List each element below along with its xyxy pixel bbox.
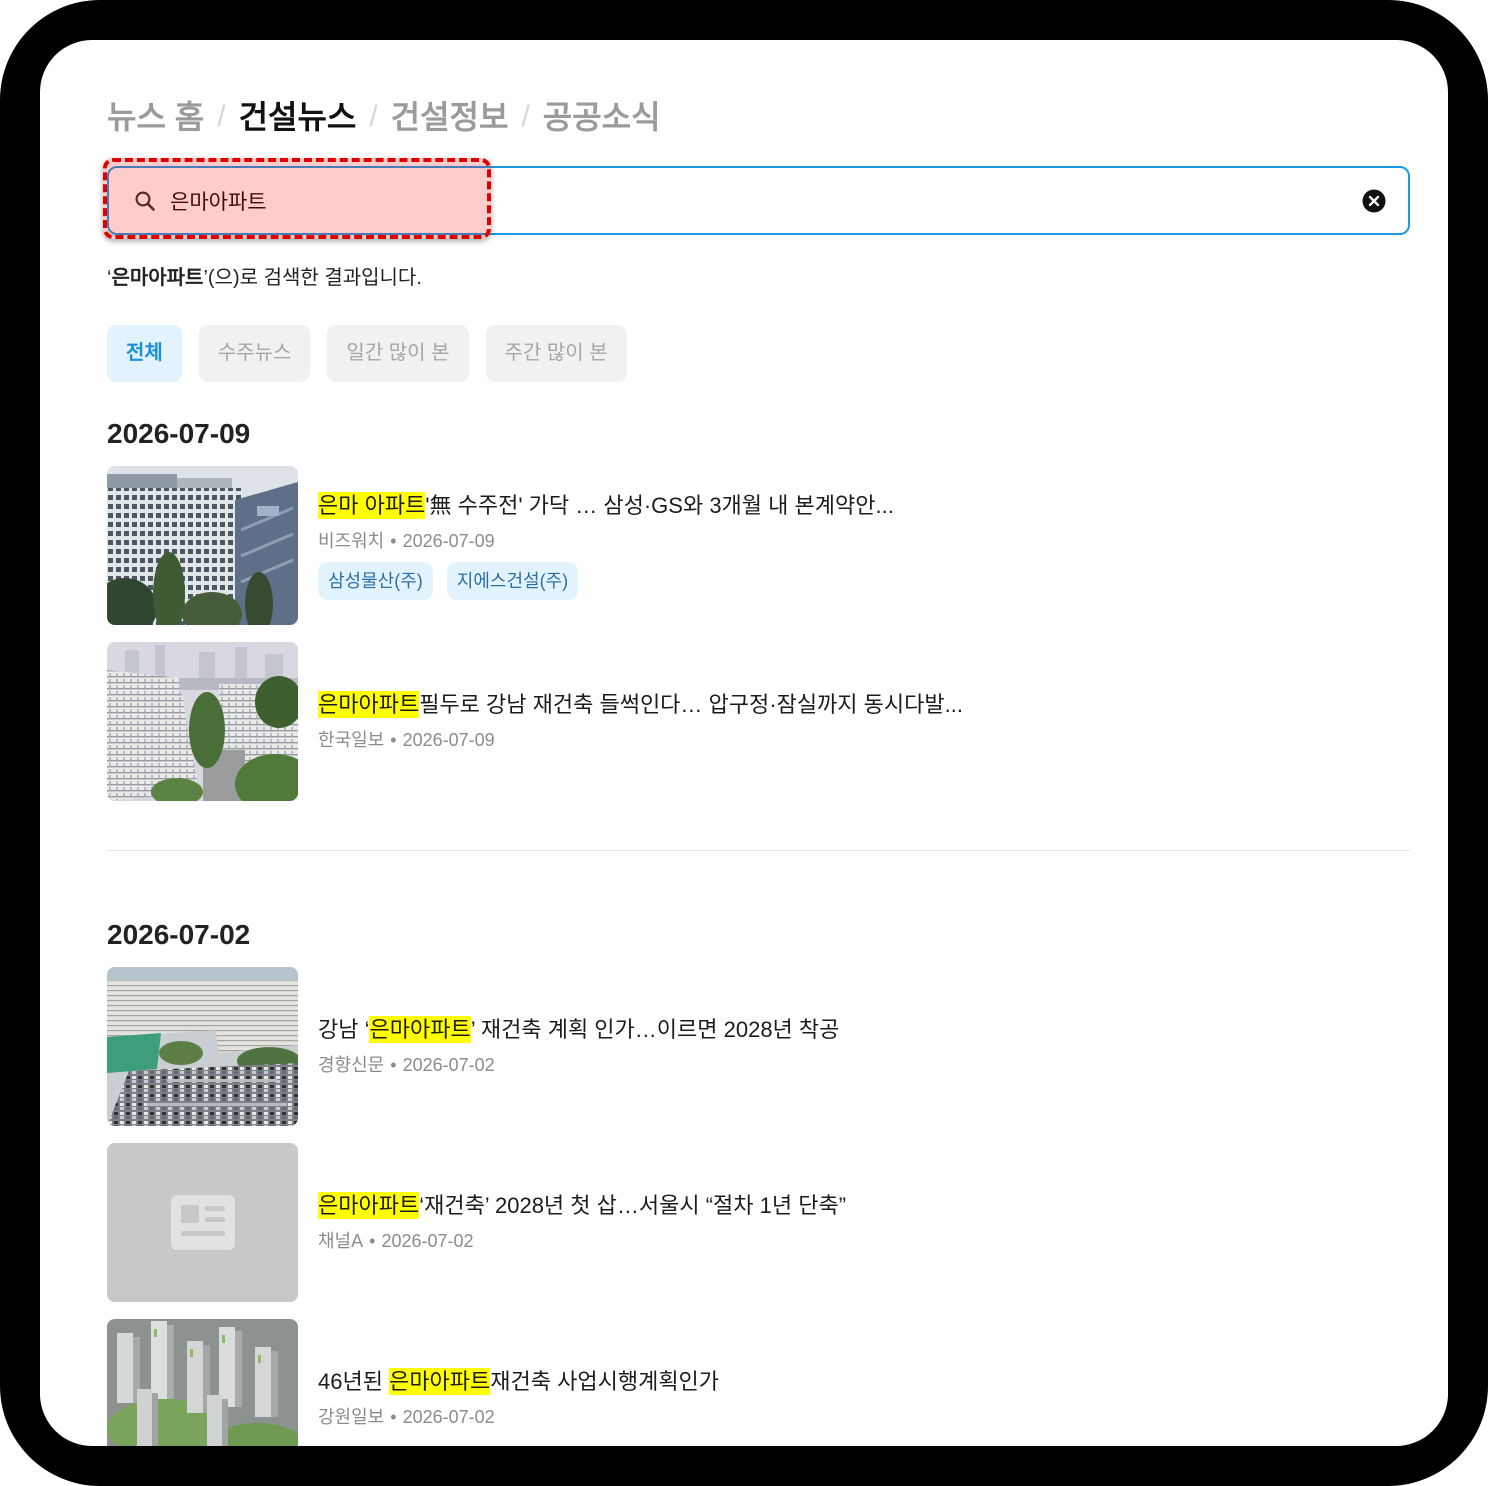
clear-icon[interactable] [1362,189,1386,213]
main-content: 뉴스 홈 / 건설뉴스 / 건설정보 / 공공소식 ‘은마아파트’(으)로 검색… [107,97,1410,1446]
article-body: 46년된 은마아파트재건축 사업시행계획인가 강원일보 • 2026-07-02 [298,1367,719,1431]
result-summary-text: ’(으)로 검색한 결과입니다. [203,267,422,289]
article-body: 강남 ‘은마아파트’ 재건축 계획 인가…이르면 2028년 착공 경향신문 • 2… [298,1015,839,1079]
article-thumbnail[interactable] [107,967,298,1126]
filter-all[interactable]: 전체 [107,325,182,382]
filter-daily-popular[interactable]: 일간 많이 본 [327,325,469,382]
article-source: 강원일보 [318,1406,385,1427]
title-suffix: ’ 재건축 계획 인가…이르면 2028년 착공 [470,1016,840,1042]
article-body: 은마아파트필두로 강남 재건축 들썩인다… 압구정·잠실까지 동시다발... 한… [298,690,963,754]
meta-separator: • [390,1406,397,1427]
title-prefix: 강남 ‘ [318,1016,370,1042]
tab-public-notices[interactable]: 공공소식 [543,97,661,137]
search-icon [135,190,155,211]
article-source: 경향신문 [318,1054,385,1075]
search-keyword: 은마아파트 [111,267,204,289]
article-thumbnail[interactable] [107,1319,298,1446]
article-meta: 채널A • 2026-07-02 [318,1227,846,1255]
article-meta: 비즈워치 • 2026-07-09 [318,527,894,555]
article-title[interactable]: 46년된 은마아파트재건축 사업시행계획인가 [318,1367,719,1397]
article-title[interactable]: 은마 아파트'無 수주전' 가닥 … 삼성·GS와 3개월 내 본계약안... [318,491,894,521]
tab-separator: / [369,100,378,133]
article-body: 은마아파트‘재건축’ 2028년 첫 삽…서울시 “절차 1년 단축” 채널A •… [298,1191,846,1255]
article-source: 비즈워치 [318,531,385,551]
section-divider [107,850,1410,851]
search-input[interactable] [170,180,1362,221]
filter-chips: 전체 수주뉴스 일간 많이 본 주간 많이 본 [107,325,1410,382]
filter-weekly-popular[interactable]: 주간 많이 본 [485,325,627,382]
keyword-highlight: 은마아파트 [389,1367,491,1395]
article-meta: 경향신문 • 2026-07-02 [318,1051,839,1079]
article-meta: 강원일보 • 2026-07-02 [318,1403,719,1431]
article-item[interactable]: 46년된 은마아파트재건축 사업시행계획인가 강원일보 • 2026-07-02 [107,1319,1410,1446]
search-box[interactable] [107,166,1410,235]
article-date: 2026-07-02 [381,1230,474,1251]
keyword-highlight: 은마아파트 [318,1191,420,1219]
article-thumbnail[interactable] [107,466,298,625]
article-title[interactable]: 은마아파트‘재건축’ 2028년 첫 삽…서울시 “절차 1년 단축” [318,1191,846,1221]
article-source: 한국일보 [318,729,385,750]
article-item[interactable]: 은마 아파트'無 수주전' 가닥 … 삼성·GS와 3개월 내 본계약안... … [107,466,1410,625]
keyword-highlight: 은마아파트 [369,1015,471,1043]
title-suffix: '無 수주전' 가닥 … 삼성·GS와 3개월 내 본계약안... [425,493,894,518]
title-prefix: 46년된 [318,1368,390,1394]
meta-separator: • [369,1230,376,1251]
article-list: 강남 ‘은마아파트’ 재건축 계획 인가…이르면 2028년 착공 경향신문 • 2… [107,967,1410,1446]
keyword-highlight: 은마아파트 [318,690,420,718]
keyword-highlight: 은마 아파트 [318,492,426,519]
article-date: 2026-07-02 [402,1406,495,1427]
screen: 뉴스 홈 / 건설뉴스 / 건설정보 / 공공소식 ‘은마아파트’(으)로 검색… [40,40,1448,1446]
company-tag[interactable]: 지에스건설(주) [446,562,579,600]
meta-separator: • [390,729,397,750]
date-header: 2026-07-09 [107,418,251,449]
tab-construction-info[interactable]: 건설정보 [391,97,509,137]
tab-separator: / [521,100,530,133]
article-item[interactable]: 은마아파트‘재건축’ 2028년 첫 삽…서울시 “절차 1년 단축” 채널A •… [107,1143,1410,1302]
title-suffix: ‘재건축’ 2028년 첫 삽…서울시 “절차 1년 단축” [419,1192,847,1218]
article-meta: 한국일보 • 2026-07-09 [318,726,963,754]
tab-construction-news[interactable]: 건설뉴스 [239,97,357,137]
thumbnail-placeholder[interactable] [107,1143,298,1302]
meta-separator: • [390,1054,397,1075]
tab-separator: / [217,100,226,133]
article-item[interactable]: 강남 ‘은마아파트’ 재건축 계획 인가…이르면 2028년 착공 경향신문 • 2… [107,967,1410,1126]
article-body: 은마 아파트'無 수주전' 가닥 … 삼성·GS와 3개월 내 본계약안... … [298,491,894,600]
article-list: 은마 아파트'無 수주전' 가닥 … 삼성·GS와 3개월 내 본계약안... … [107,466,1410,801]
article-title[interactable]: 은마아파트필두로 강남 재건축 들썩인다… 압구정·잠실까지 동시다발... [318,690,963,720]
article-date: 2026-07-09 [402,531,495,551]
title-suffix: 재건축 사업시행계획인가 [490,1368,720,1394]
article-title[interactable]: 강남 ‘은마아파트’ 재건축 계획 인가…이르면 2028년 착공 [318,1015,839,1045]
company-tag[interactable]: 삼성물산(주) [318,562,433,600]
date-header: 2026-07-02 [107,919,251,950]
title-suffix: 필두로 강남 재건축 들썩인다… 압구정·잠실까지 동시다발... [419,691,963,717]
company-tags: 삼성물산(주) 지에스건설(주) [318,562,894,600]
tab-news-home[interactable]: 뉴스 홈 [107,97,204,137]
article-thumbnail[interactable] [107,642,298,801]
article-source: 채널A [318,1230,364,1251]
newspaper-icon [171,1195,235,1250]
filter-order-news[interactable]: 수주뉴스 [198,325,311,382]
search-result-summary: ‘은마아파트’(으)로 검색한 결과입니다. [107,264,1410,292]
meta-separator: • [390,531,397,551]
news-category-tabs: 뉴스 홈 / 건설뉴스 / 건설정보 / 공공소식 [107,97,1410,137]
article-item[interactable]: 은마아파트필두로 강남 재건축 들썩인다… 압구정·잠실까지 동시다발... 한… [107,642,1410,801]
article-date: 2026-07-09 [402,729,495,750]
article-date: 2026-07-02 [402,1054,495,1075]
